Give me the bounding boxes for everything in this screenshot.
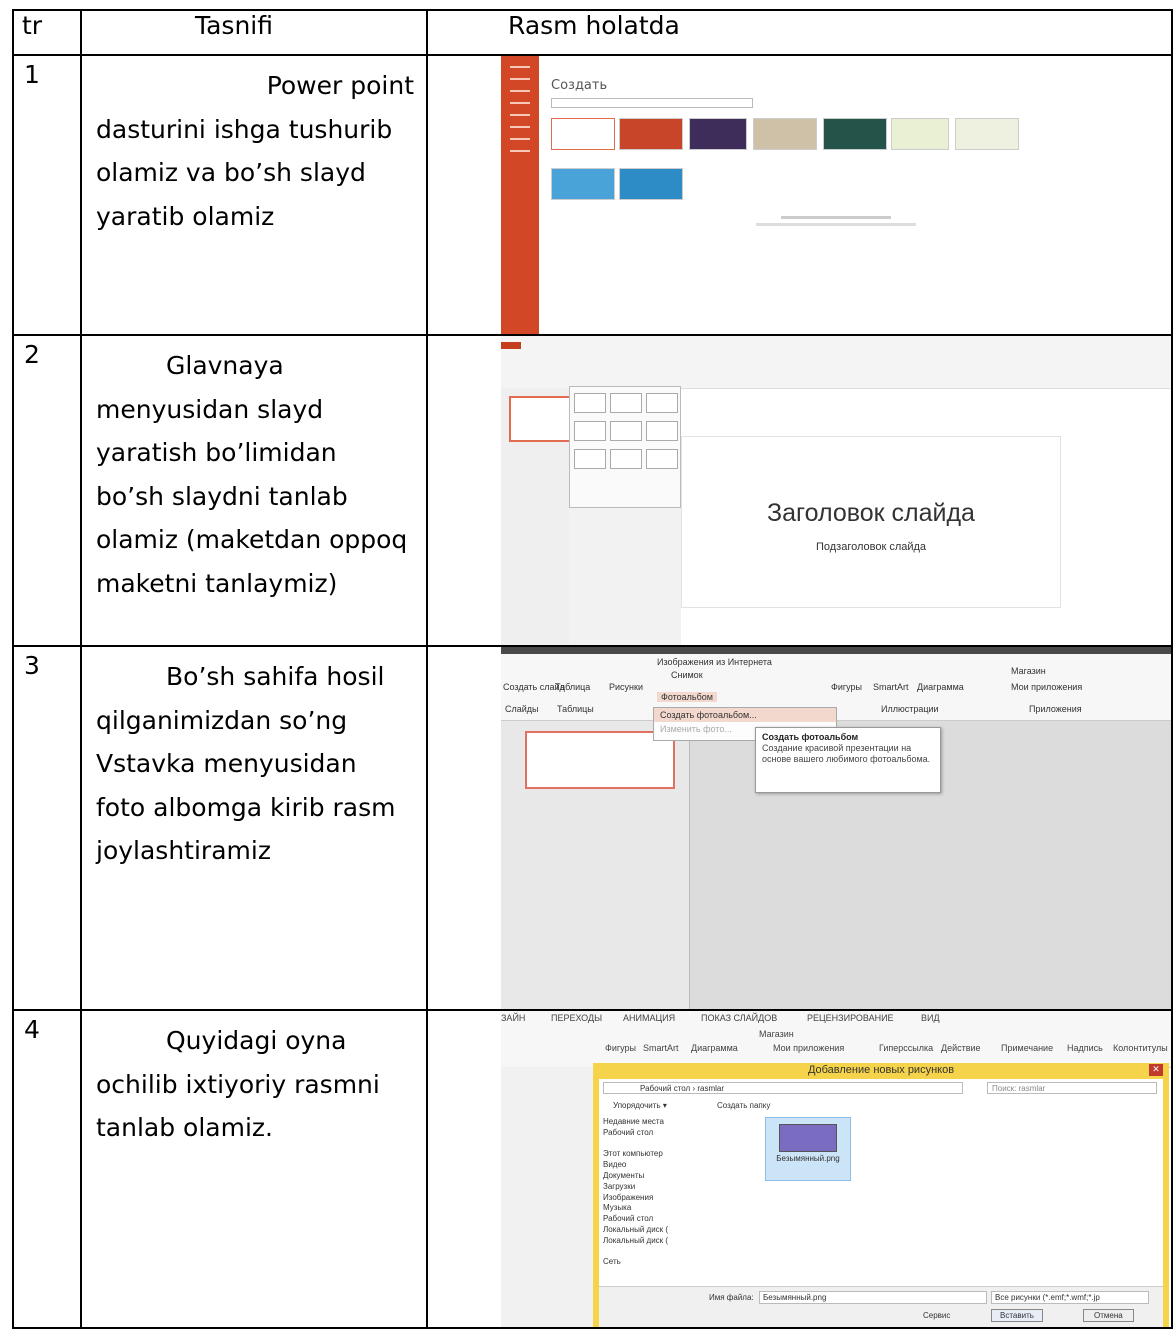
- backstage-sidebar: [501, 57, 539, 333]
- service-button[interactable]: Сервис: [923, 1311, 950, 1320]
- table-row: 4 Quyidagi oyna ochilib ixtiyoriy rasmni t…: [12, 1009, 1173, 1329]
- row-number: 1: [12, 54, 82, 336]
- template-thumbnail: [823, 118, 887, 150]
- row-description: Bo’sh sahifa hosil qilganimizdan so’ng Vst…: [80, 645, 428, 1011]
- powerpoint-start-screenshot: Создать: [501, 57, 1170, 333]
- tree-item[interactable]: Сеть: [603, 1257, 733, 1268]
- cancel-button[interactable]: Отмена: [1083, 1309, 1134, 1322]
- document-table: tr Tasnifi Rasm holatda 1 Power point das…: [12, 9, 1173, 1329]
- layout-option[interactable]: [610, 421, 642, 441]
- row-number: 4: [12, 1009, 82, 1329]
- tree-item[interactable]: Документы: [603, 1171, 733, 1182]
- tree-item[interactable]: Локальный диск (: [603, 1236, 733, 1247]
- template-thumbnail: [955, 118, 1019, 150]
- template-thumbnail: [619, 168, 683, 200]
- folder-tree: Недавние места Рабочий стол Этот компьют…: [603, 1117, 733, 1268]
- image-thumbnail: [779, 1124, 837, 1152]
- tree-item[interactable]: Рабочий стол: [603, 1128, 733, 1139]
- screenshot-cell: Создать: [426, 54, 1173, 336]
- create-photo-album-item[interactable]: Создать фотоальбом...: [654, 708, 836, 722]
- layout-option[interactable]: [646, 393, 678, 413]
- table-row: 2 Glavnaya menyusidan slayd yaratish bo’li…: [12, 334, 1173, 647]
- tree-item[interactable]: Этот компьютер: [603, 1149, 733, 1160]
- dialog-title: Добавление новых рисунков: [807, 1064, 955, 1076]
- row-description: Quyidagi oyna ochilib ixtiyoriy rasmni tan…: [80, 1009, 428, 1329]
- slide-thumbnail[interactable]: [509, 396, 575, 442]
- file-name: Безымянный.png: [776, 1154, 840, 1163]
- table-row: 3 Bo’sh sahifa hosil qilganimizdan so’ng V…: [12, 645, 1173, 1011]
- template-thumbnail: [619, 118, 683, 150]
- address-bar[interactable]: Рабочий стол › rasmlar: [603, 1082, 963, 1094]
- file-dialog-screenshot: ЗАЙН ПЕРЕХОДЫ АНИМАЦИЯ ПОКАЗ СЛАЙДОВ РЕЦ…: [501, 1012, 1170, 1326]
- row-number: 2: [12, 334, 82, 647]
- file-name-input[interactable]: Безымянный.png: [759, 1291, 987, 1304]
- layout-option[interactable]: [574, 449, 606, 469]
- tree-item[interactable]: Музыка: [603, 1203, 733, 1214]
- new-folder-button[interactable]: Создать папку: [717, 1101, 770, 1110]
- template-thumbnail: [689, 118, 747, 150]
- tree-item[interactable]: Локальный диск (: [603, 1225, 733, 1236]
- layout-dropdown: [569, 386, 681, 508]
- search-input[interactable]: Поиск: rasmlar: [987, 1082, 1157, 1094]
- organize-button[interactable]: Упорядочить ▾: [613, 1101, 667, 1110]
- tree-item[interactable]: Загрузки: [603, 1182, 733, 1193]
- close-icon[interactable]: ✕: [1149, 1064, 1163, 1076]
- layout-dropdown-screenshot: Заголовок слайда Подзаголовок слайда: [501, 337, 1170, 644]
- tree-item[interactable]: Рабочий стол: [603, 1214, 733, 1225]
- layout-option[interactable]: [574, 421, 606, 441]
- insert-button[interactable]: Вставить: [991, 1309, 1043, 1322]
- template-thumbnail: [753, 118, 817, 150]
- layout-option[interactable]: [646, 421, 678, 441]
- row-description: Glavnaya menyusidan slayd yaratish bo’limi…: [80, 334, 428, 647]
- file-item[interactable]: Безымянный.png: [765, 1117, 851, 1181]
- template-thumbnail: [551, 118, 615, 150]
- row-description: Power point dasturini ishga tushurib olami…: [80, 54, 428, 336]
- screenshot-cell: Изображения из Интернета Снимок Фигуры S…: [426, 645, 1173, 1011]
- slide-canvas[interactable]: Заголовок слайда Подзаголовок слайда: [681, 436, 1061, 608]
- layout-option[interactable]: [610, 393, 642, 413]
- layout-option[interactable]: [610, 449, 642, 469]
- ribbon: [501, 337, 1170, 389]
- ribbon: ЗАЙН ПЕРЕХОДЫ АНИМАЦИЯ ПОКАЗ СЛАЙДОВ РЕЦ…: [501, 1012, 1170, 1068]
- template-thumbnail: [551, 168, 615, 200]
- layout-option[interactable]: [574, 393, 606, 413]
- layout-option[interactable]: [646, 449, 678, 469]
- slide-subtitle: Подзаголовок слайда: [815, 541, 927, 553]
- add-pictures-dialog: Добавление новых рисунков ✕ Рабочий стол…: [593, 1063, 1169, 1326]
- screenshot-cell: ЗАЙН ПЕРЕХОДЫ АНИМАЦИЯ ПОКАЗ СЛАЙДОВ РЕЦ…: [426, 1009, 1173, 1329]
- table-row: 1 Power point dasturini ishga tushurib ola…: [12, 54, 1173, 336]
- create-title: Создать: [551, 78, 608, 93]
- dialog-footer: Имя файла: Безымянный.png Все рисунки (*…: [599, 1286, 1163, 1326]
- template-search-input: [551, 98, 753, 108]
- tree-item[interactable]: Изображения: [603, 1193, 733, 1204]
- template-thumbnail: [891, 118, 949, 150]
- slide-title: Заголовок слайда: [767, 499, 975, 527]
- tree-item[interactable]: Видео: [603, 1160, 733, 1171]
- file-type-select[interactable]: Все рисунки (*.emf;*.wmf;*.jp: [991, 1291, 1149, 1304]
- screenshot-cell: Заголовок слайда Подзаголовок слайда: [426, 334, 1173, 647]
- row-number: 3: [12, 645, 82, 1011]
- file-name-label: Имя файла:: [709, 1293, 754, 1302]
- header-picture: Rasm holatda: [426, 9, 1173, 56]
- header-description: Tasnifi: [80, 9, 428, 56]
- insert-menu-screenshot: Изображения из Интернета Снимок Фигуры S…: [501, 648, 1170, 1008]
- tree-item[interactable]: Недавние места: [603, 1117, 733, 1128]
- photo-album-button[interactable]: Фотоальбом: [657, 692, 717, 702]
- tooltip: Создать фотоальбом Создание красивой пре…: [755, 727, 941, 793]
- header-num: tr: [12, 9, 82, 56]
